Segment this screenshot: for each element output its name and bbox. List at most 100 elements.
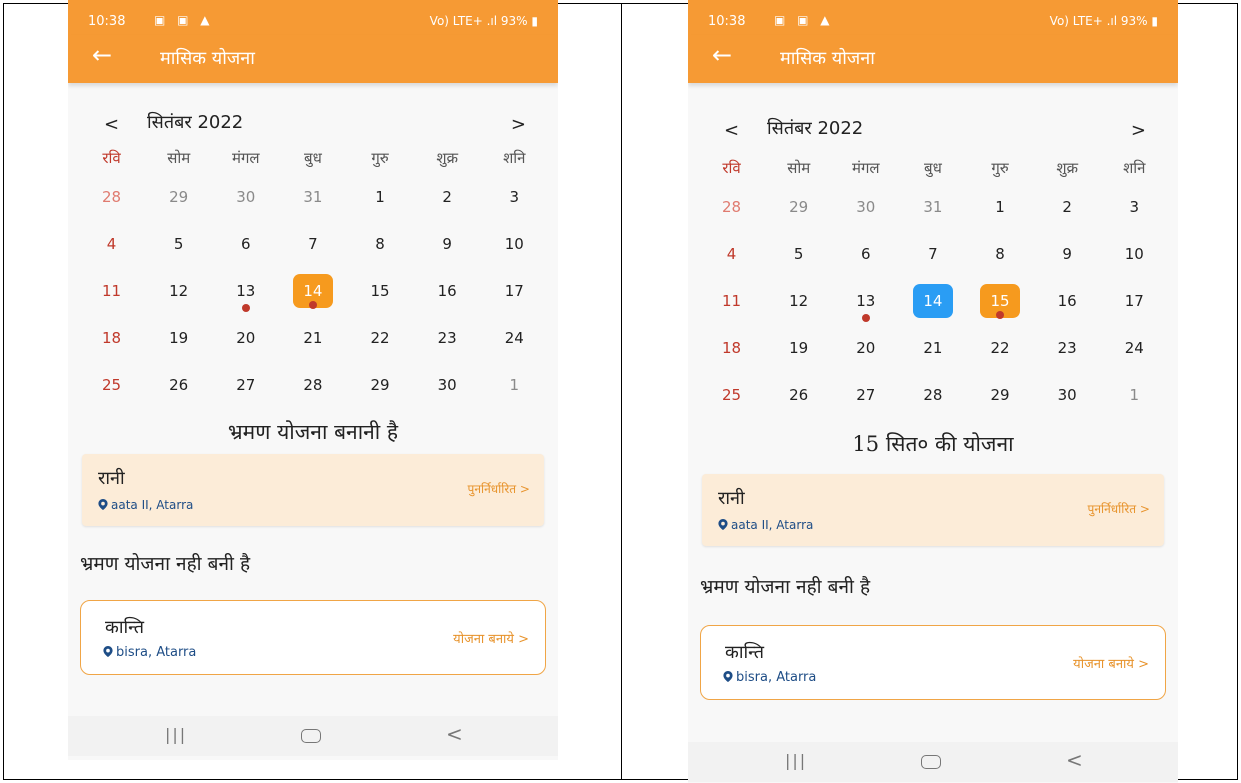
prev-month-button[interactable]: < bbox=[724, 120, 739, 141]
system-back-icon[interactable]: < bbox=[446, 722, 463, 746]
calendar-day-number: 11 bbox=[722, 292, 742, 310]
calendar-day-number: 22 bbox=[370, 329, 390, 347]
calendar-day[interactable]: 25 bbox=[698, 376, 765, 423]
calendar-day[interactable]: 3 bbox=[1101, 188, 1168, 235]
calendar-day[interactable]: 24 bbox=[1101, 329, 1168, 376]
home-icon[interactable] bbox=[301, 729, 321, 743]
calendar-day[interactable]: 22 bbox=[347, 319, 414, 366]
calendar-day[interactable]: 1 bbox=[1101, 376, 1168, 423]
calendar-day[interactable]: 29 bbox=[765, 188, 832, 235]
calendar-day[interactable]: 26 bbox=[765, 376, 832, 423]
planned-card-name: रानी bbox=[98, 468, 125, 489]
calendar-day[interactable]: 11 bbox=[78, 272, 145, 319]
calendar-day-number: 20 bbox=[856, 339, 876, 357]
calendar-day[interactable]: 19 bbox=[145, 319, 212, 366]
make-plan-link[interactable]: योजना बनाये > bbox=[453, 629, 529, 647]
calendar-day[interactable]: 30 bbox=[1034, 376, 1101, 423]
planned-card-rani[interactable]: रानी aata II, Atarra पुनर्निर्धारित > bbox=[82, 454, 544, 526]
calendar-day[interactable]: 2 bbox=[1034, 188, 1101, 235]
calendar-week-row: 18 19 20 21 22 23 24 bbox=[78, 319, 548, 366]
calendar-day[interactable]: 6 bbox=[212, 225, 279, 272]
calendar-day[interactable]: 21 bbox=[899, 329, 966, 376]
back-arrow-icon[interactable]: ← bbox=[92, 41, 112, 69]
calendar-day[interactable]: 27 bbox=[832, 376, 899, 423]
calendar-day[interactable]: 2 bbox=[414, 178, 481, 225]
calendar-day[interactable]: 30 bbox=[212, 178, 279, 225]
calendar-day[interactable]: 29 bbox=[347, 366, 414, 413]
calendar-day[interactable]: 16 bbox=[414, 272, 481, 319]
calendar-day[interactable]: 4 bbox=[78, 225, 145, 272]
next-month-button[interactable]: > bbox=[1131, 120, 1146, 141]
calendar-day[interactable]: 3 bbox=[481, 178, 548, 225]
calendar-day[interactable]: 10 bbox=[1101, 235, 1168, 282]
recents-icon[interactable]: ||| bbox=[785, 751, 807, 770]
calendar-day[interactable]: 15 bbox=[967, 282, 1034, 329]
calendar-day[interactable]: 19 bbox=[765, 329, 832, 376]
calendar-day[interactable]: 25 bbox=[78, 366, 145, 413]
calendar-day-number: 16 bbox=[1057, 292, 1077, 310]
calendar-day[interactable]: 29 bbox=[145, 178, 212, 225]
calendar-day[interactable]: 18 bbox=[698, 329, 765, 376]
calendar-day[interactable]: 24 bbox=[481, 319, 548, 366]
calendar-day[interactable]: 29 bbox=[967, 376, 1034, 423]
calendar-day[interactable]: 10 bbox=[481, 225, 548, 272]
calendar-day[interactable]: 14 bbox=[899, 282, 966, 329]
calendar-day[interactable]: 28 bbox=[698, 188, 765, 235]
recents-icon[interactable]: ||| bbox=[165, 725, 187, 744]
back-arrow-icon[interactable]: ← bbox=[712, 41, 732, 69]
calendar-day[interactable]: 15 bbox=[347, 272, 414, 319]
calendar-day[interactable]: 12 bbox=[765, 282, 832, 329]
calendar-day-number: 17 bbox=[1124, 292, 1144, 310]
make-plan-link[interactable]: योजना बनाये > bbox=[1073, 654, 1149, 672]
calendar-day[interactable]: 31 bbox=[899, 188, 966, 235]
calendar-day[interactable]: 9 bbox=[1034, 235, 1101, 282]
prev-month-button[interactable]: < bbox=[104, 114, 119, 135]
calendar-day[interactable]: 1 bbox=[481, 366, 548, 413]
calendar-day[interactable]: 20 bbox=[832, 329, 899, 376]
calendar-day[interactable]: 5 bbox=[145, 225, 212, 272]
system-back-icon[interactable]: < bbox=[1066, 748, 1083, 772]
next-month-button[interactable]: > bbox=[511, 114, 526, 135]
calendar-day[interactable]: 13 bbox=[832, 282, 899, 329]
calendar-day[interactable]: 23 bbox=[414, 319, 481, 366]
weekday-label: शुक्र bbox=[1056, 159, 1079, 177]
calendar-day[interactable]: 16 bbox=[1034, 282, 1101, 329]
calendar-day[interactable]: 1 bbox=[967, 188, 1034, 235]
calendar-day[interactable]: 13 bbox=[212, 272, 279, 319]
calendar-day[interactable]: 30 bbox=[414, 366, 481, 413]
calendar-day[interactable]: 30 bbox=[832, 188, 899, 235]
calendar-day[interactable]: 6 bbox=[832, 235, 899, 282]
calendar-day[interactable]: 27 bbox=[212, 366, 279, 413]
calendar-day[interactable]: 12 bbox=[145, 272, 212, 319]
calendar-day[interactable]: 17 bbox=[1101, 282, 1168, 329]
unplanned-card-kanti[interactable]: कान्ति bisra, Atarra योजना बनाये > bbox=[700, 625, 1166, 700]
calendar-day[interactable]: 28 bbox=[279, 366, 346, 413]
unplanned-card-kanti[interactable]: कान्ति bisra, Atarra योजना बनाये > bbox=[80, 600, 546, 675]
reschedule-link[interactable]: पुनर्निर्धारित > bbox=[468, 480, 530, 497]
calendar-day[interactable]: 28 bbox=[78, 178, 145, 225]
reschedule-link[interactable]: पुनर्निर्धारित > bbox=[1088, 500, 1150, 517]
app-bar: ← मासिक योजना bbox=[68, 35, 558, 83]
calendar-day[interactable]: 8 bbox=[347, 225, 414, 272]
planned-card-rani[interactable]: रानी aata II, Atarra पुनर्निर्धारित > bbox=[702, 474, 1164, 546]
calendar-day[interactable]: 28 bbox=[899, 376, 966, 423]
calendar-day[interactable]: 18 bbox=[78, 319, 145, 366]
calendar-day[interactable]: 5 bbox=[765, 235, 832, 282]
calendar-day[interactable]: 20 bbox=[212, 319, 279, 366]
calendar-day[interactable]: 14 bbox=[279, 272, 346, 319]
calendar-day[interactable]: 9 bbox=[414, 225, 481, 272]
calendar-day[interactable]: 1 bbox=[347, 178, 414, 225]
calendar-day[interactable]: 21 bbox=[279, 319, 346, 366]
calendar-day[interactable]: 17 bbox=[481, 272, 548, 319]
calendar-day[interactable]: 23 bbox=[1034, 329, 1101, 376]
calendar-day[interactable]: 4 bbox=[698, 235, 765, 282]
calendar-day[interactable]: 11 bbox=[698, 282, 765, 329]
calendar-day[interactable]: 7 bbox=[899, 235, 966, 282]
calendar-day-number: 6 bbox=[241, 235, 251, 253]
calendar-day[interactable]: 26 bbox=[145, 366, 212, 413]
calendar-day[interactable]: 22 bbox=[967, 329, 1034, 376]
calendar-day[interactable]: 7 bbox=[279, 225, 346, 272]
home-icon[interactable] bbox=[921, 755, 941, 769]
calendar-day[interactable]: 31 bbox=[279, 178, 346, 225]
calendar-day[interactable]: 8 bbox=[967, 235, 1034, 282]
